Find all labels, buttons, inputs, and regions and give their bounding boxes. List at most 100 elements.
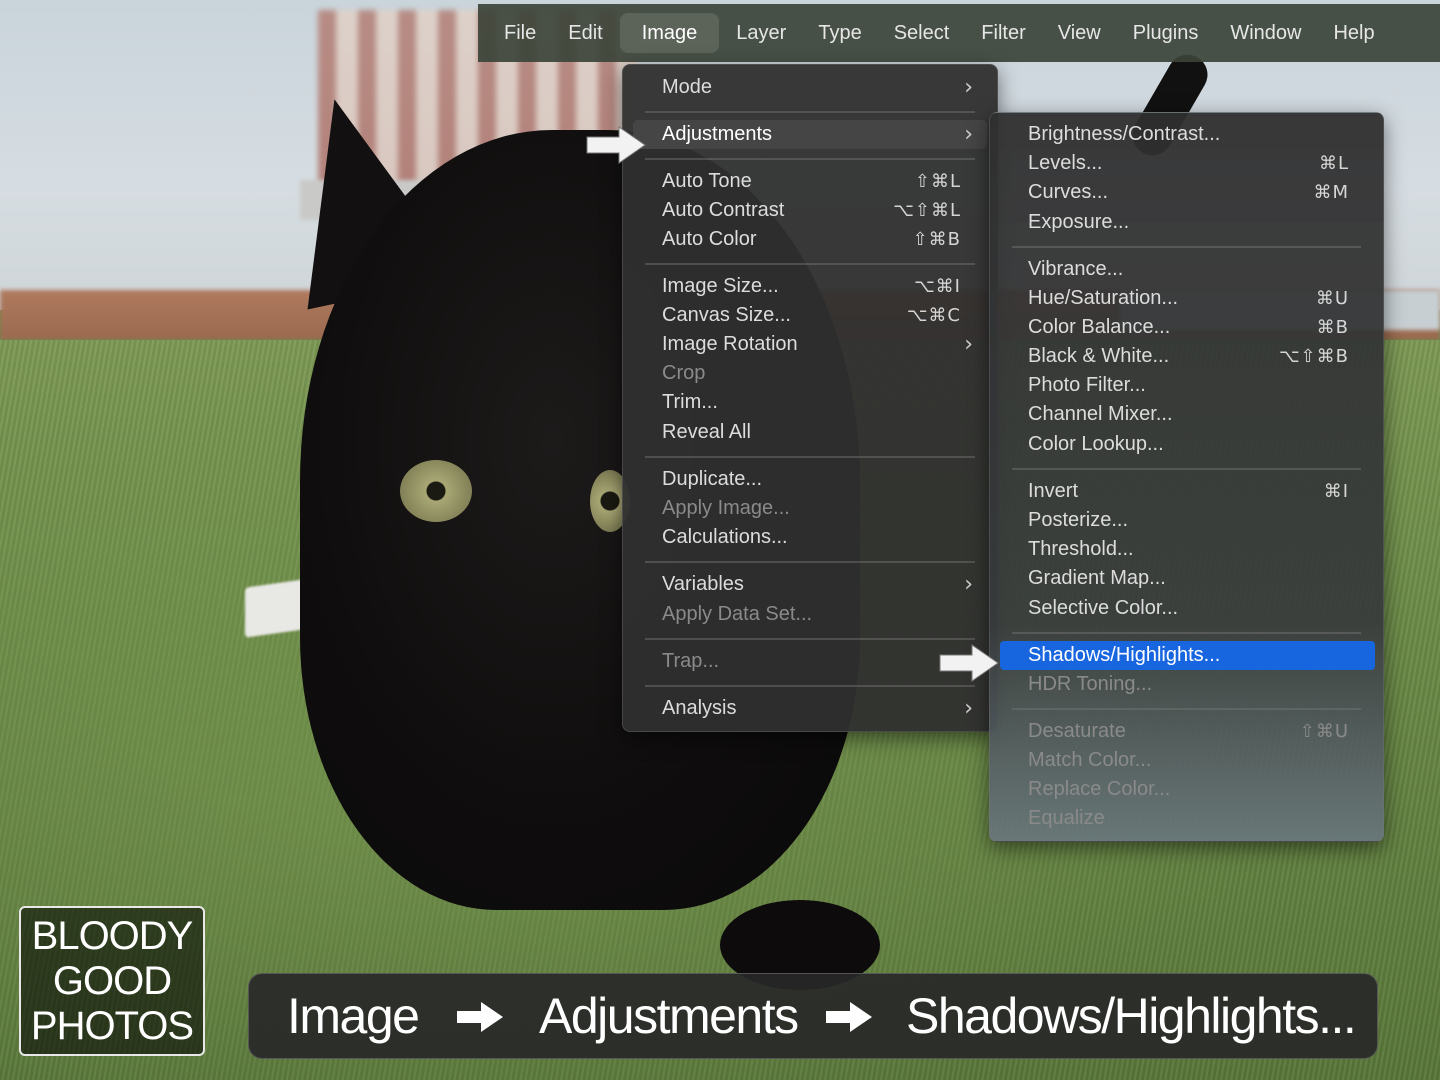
menu-image[interactable]: Image bbox=[619, 13, 720, 53]
menu-item-label: Mode bbox=[662, 76, 713, 98]
menu-item-label: Match Color... bbox=[1028, 749, 1152, 771]
menu-item-label: Black & White... bbox=[1028, 345, 1170, 367]
menu-item-label: Auto Tone bbox=[662, 170, 752, 192]
shortcut-label: ⇧⌘L bbox=[914, 171, 961, 192]
menu-item-label: Image Rotation bbox=[662, 333, 798, 355]
menu-item-label: HDR Toning... bbox=[1028, 673, 1153, 695]
menu-item-auto-contrast[interactable]: Auto Contrast ⌥⇧⌘L bbox=[623, 196, 997, 225]
menu-item-label: Shadows/Highlights... bbox=[1028, 644, 1221, 666]
menu-item-label: Vibrance... bbox=[1028, 258, 1124, 280]
menu-item-label: Replace Color... bbox=[1028, 778, 1171, 800]
menu-separator bbox=[645, 263, 975, 265]
menu-item-mode[interactable]: Mode › bbox=[623, 73, 997, 102]
menu-item-selective-color[interactable]: Selective Color... bbox=[990, 594, 1383, 623]
chevron-right-icon: › bbox=[964, 332, 973, 357]
menu-item-shadows-highlights[interactable]: Shadows/Highlights... bbox=[1000, 641, 1375, 670]
shortcut-label: ⌥⇧⌘L bbox=[893, 200, 961, 221]
menu-item-curves[interactable]: Curves... ⌘M bbox=[990, 178, 1383, 207]
menu-item-hue-saturation[interactable]: Hue/Saturation... ⌘U bbox=[990, 284, 1383, 313]
menu-item-label: Hue/Saturation... bbox=[1028, 287, 1179, 309]
menu-item-label: Crop bbox=[662, 362, 706, 384]
menu-item-label: Brightness/Contrast... bbox=[1028, 123, 1221, 145]
menu-item-black-white[interactable]: Black & White... ⌥⇧⌘B bbox=[990, 342, 1383, 371]
menu-item-invert[interactable]: Invert ⌘I bbox=[990, 477, 1383, 506]
menu-item-image-rotation[interactable]: Image Rotation › bbox=[623, 330, 997, 359]
shortcut-label: ⌘L bbox=[1318, 153, 1349, 174]
menu-item-label: Selective Color... bbox=[1028, 597, 1179, 619]
shortcut-label: ⌥⇧⌘B bbox=[1278, 346, 1349, 367]
menu-item-auto-color[interactable]: Auto Color ⇧⌘B bbox=[623, 225, 997, 254]
menu-separator bbox=[645, 158, 975, 160]
menu-separator bbox=[1012, 708, 1361, 710]
menu-item-replace-color[interactable]: Replace Color... bbox=[990, 775, 1383, 804]
menu-item-label: Variables bbox=[662, 573, 744, 595]
menu-item-canvas-size[interactable]: Canvas Size... ⌥⌘C bbox=[623, 301, 997, 330]
menu-item-label: Channel Mixer... bbox=[1028, 403, 1173, 425]
menu-item-desaturate[interactable]: Desaturate ⇧⌘U bbox=[990, 717, 1383, 746]
menu-file[interactable]: File bbox=[489, 13, 551, 53]
shortcut-label: ⌥⌘C bbox=[906, 305, 961, 326]
menu-view[interactable]: View bbox=[1043, 13, 1116, 53]
menu-item-photo-filter[interactable]: Photo Filter... bbox=[990, 371, 1383, 400]
menu-item-image-size[interactable]: Image Size... ⌥⌘I bbox=[623, 272, 997, 301]
menu-item-reveal-all[interactable]: Reveal All bbox=[623, 418, 997, 447]
logo-line: PHOTOS bbox=[30, 1004, 194, 1048]
menu-separator bbox=[645, 561, 975, 563]
menu-item-label: Image Size... bbox=[662, 275, 779, 297]
menu-item-crop[interactable]: Crop bbox=[623, 359, 997, 388]
menu-item-brightness-contrast[interactable]: Brightness/Contrast... bbox=[990, 120, 1383, 149]
menu-item-adjustments[interactable]: Adjustments › bbox=[633, 120, 987, 149]
menu-item-exposure[interactable]: Exposure... bbox=[990, 208, 1383, 237]
menu-item-label: Reveal All bbox=[662, 421, 751, 443]
menu-plugins[interactable]: Plugins bbox=[1118, 13, 1214, 53]
menu-item-color-lookup[interactable]: Color Lookup... bbox=[990, 430, 1383, 459]
menu-item-apply-image[interactable]: Apply Image... bbox=[623, 494, 997, 523]
shortcut-label: ⌘I bbox=[1323, 481, 1349, 502]
menu-item-label: Levels... bbox=[1028, 152, 1103, 174]
menu-item-duplicate[interactable]: Duplicate... bbox=[623, 465, 997, 494]
menu-item-label: Gradient Map... bbox=[1028, 567, 1166, 589]
menu-item-label: Analysis bbox=[662, 697, 737, 719]
menu-item-vibrance[interactable]: Vibrance... bbox=[990, 255, 1383, 284]
menu-help[interactable]: Help bbox=[1318, 13, 1389, 53]
menu-item-label: Calculations... bbox=[662, 526, 788, 548]
menu-item-label: Photo Filter... bbox=[1028, 374, 1146, 396]
menu-item-label: Trim... bbox=[662, 391, 718, 413]
menu-item-hdr-toning[interactable]: HDR Toning... bbox=[990, 670, 1383, 699]
menu-item-levels[interactable]: Levels... ⌘L bbox=[990, 149, 1383, 178]
menu-separator bbox=[1012, 246, 1361, 248]
menu-item-auto-tone[interactable]: Auto Tone ⇧⌘L bbox=[623, 167, 997, 196]
menu-item-posterize[interactable]: Posterize... bbox=[990, 506, 1383, 535]
menu-item-label: Exposure... bbox=[1028, 211, 1130, 233]
brand-logo: BLOODY GOOD PHOTOS bbox=[19, 906, 205, 1056]
menu-window[interactable]: Window bbox=[1215, 13, 1316, 53]
menu-bar: File Edit Image Layer Type Select Filter… bbox=[478, 4, 1440, 62]
menu-item-threshold[interactable]: Threshold... bbox=[990, 535, 1383, 564]
arrow-icon bbox=[826, 1002, 872, 1032]
menu-edit[interactable]: Edit bbox=[553, 13, 617, 53]
menu-item-gradient-map[interactable]: Gradient Map... bbox=[990, 564, 1383, 593]
breadcrumb: Image Adjustments Shadows/Highlights... bbox=[248, 973, 1378, 1059]
menu-item-color-balance[interactable]: Color Balance... ⌘B bbox=[990, 313, 1383, 342]
menu-item-equalize[interactable]: Equalize bbox=[990, 804, 1383, 833]
menu-select[interactable]: Select bbox=[879, 13, 965, 53]
menu-type[interactable]: Type bbox=[803, 13, 876, 53]
menu-layer[interactable]: Layer bbox=[721, 13, 801, 53]
menu-filter[interactable]: Filter bbox=[966, 13, 1040, 53]
shortcut-label: ⌘M bbox=[1313, 182, 1349, 203]
chevron-right-icon: › bbox=[964, 696, 973, 721]
menu-item-apply-data-set[interactable]: Apply Data Set... bbox=[623, 600, 997, 629]
shortcut-label: ⇧⌘U bbox=[1299, 721, 1349, 742]
menu-item-analysis[interactable]: Analysis › bbox=[623, 694, 997, 723]
menu-item-label: Threshold... bbox=[1028, 538, 1134, 560]
chevron-right-icon: › bbox=[964, 75, 973, 100]
menu-item-trim[interactable]: Trim... bbox=[623, 388, 997, 417]
menu-item-label: Invert bbox=[1028, 480, 1079, 502]
menu-item-calculations[interactable]: Calculations... bbox=[623, 523, 997, 552]
menu-item-channel-mixer[interactable]: Channel Mixer... bbox=[990, 400, 1383, 429]
breadcrumb-step-image: Image bbox=[287, 988, 420, 1044]
menu-item-match-color[interactable]: Match Color... bbox=[990, 746, 1383, 775]
menu-item-label: Apply Image... bbox=[662, 497, 790, 519]
menu-item-variables[interactable]: Variables › bbox=[623, 570, 997, 599]
menu-separator bbox=[645, 456, 975, 458]
